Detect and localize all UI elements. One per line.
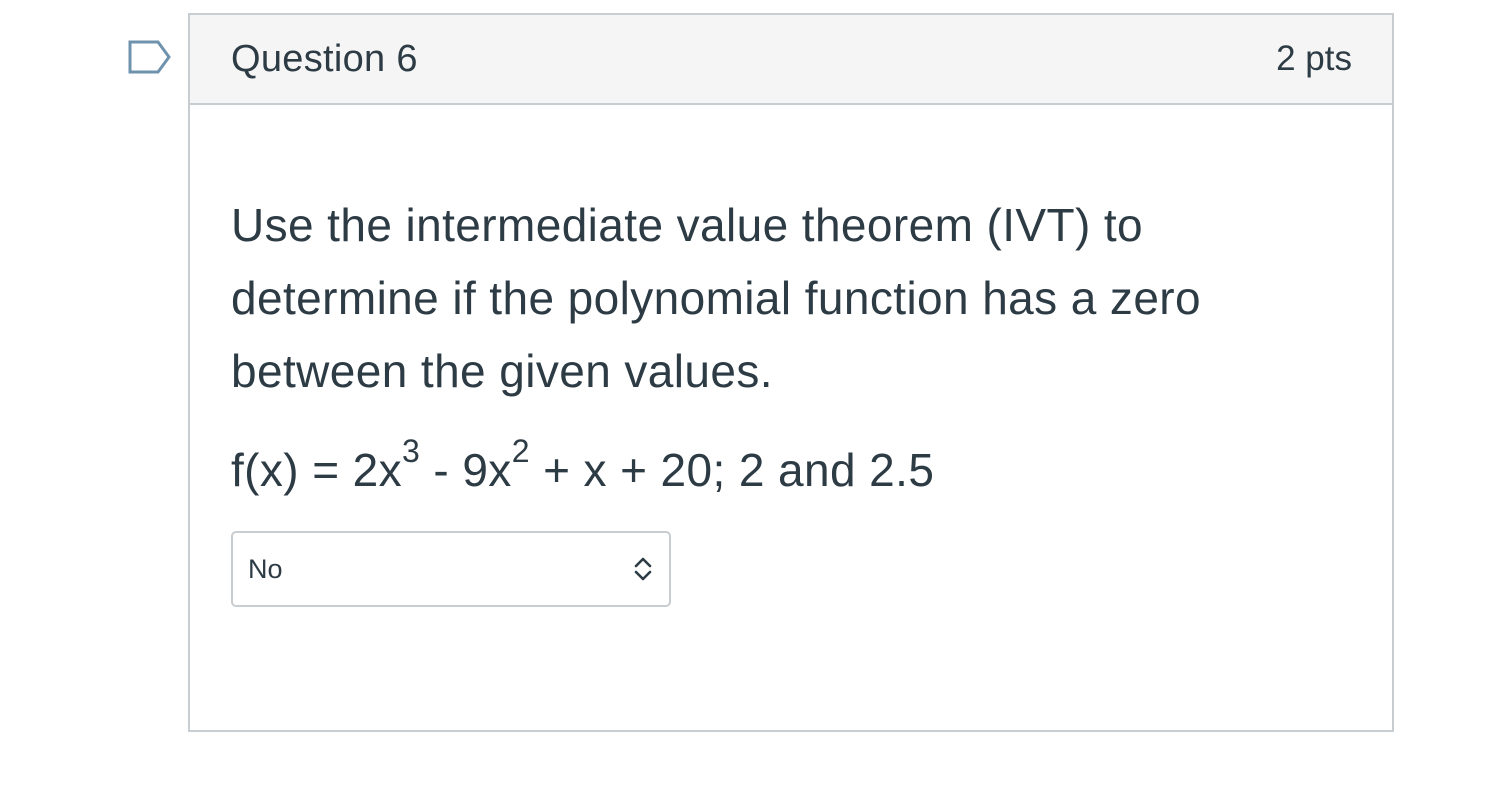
equation-exponent-1: 3: [402, 433, 421, 469]
equation-part-3: + x + 20; 2 and 2.5: [529, 444, 935, 496]
equation-part-2: - 9x: [420, 444, 512, 496]
equation-part-1: f(x) = 2x: [231, 444, 403, 496]
equation: f(x) = 2x3 - 9x2 + x + 20; 2 and 2.5: [231, 435, 1352, 500]
question-card: Question 6 2 pts Use the intermediate va…: [188, 13, 1394, 732]
chevron-updown-icon: [634, 557, 652, 581]
question-header: Question 6 2 pts: [190, 15, 1392, 105]
answer-select-value: No: [248, 553, 283, 584]
question-points: 2 pts: [1276, 39, 1352, 78]
equation-exponent-2: 2: [511, 433, 530, 469]
quiz-page: Question 6 2 pts Use the intermediate va…: [0, 0, 1502, 793]
answer-select[interactable]: No: [231, 531, 671, 607]
question-text: Use the intermediate value theorem (IVT)…: [231, 199, 1201, 397]
flag-question-icon[interactable]: [128, 40, 172, 74]
question-body: Use the intermediate value theorem (IVT)…: [190, 105, 1392, 607]
question-title: Question 6: [231, 37, 418, 80]
